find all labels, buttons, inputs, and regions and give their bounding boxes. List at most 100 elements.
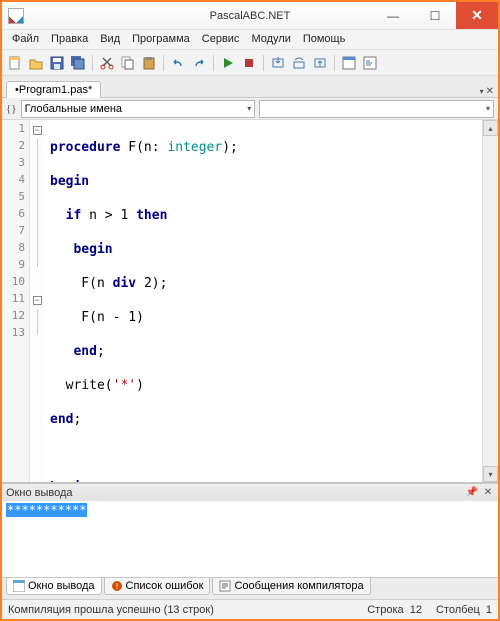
line-number: 3 — [2, 156, 29, 173]
toolbar-sep — [334, 55, 335, 71]
tab-label: Список ошибок — [126, 580, 204, 592]
line-number: 2 — [2, 139, 29, 156]
fold-line — [37, 224, 38, 241]
line-number: 8 — [2, 241, 29, 258]
stop-icon[interactable] — [240, 54, 258, 72]
window-controls: — ☐ ✕ — [372, 2, 498, 29]
copy-icon[interactable] — [119, 54, 137, 72]
fold-line — [37, 309, 38, 326]
menu-help[interactable]: Помощь — [299, 32, 350, 47]
navigation-bar: {} Глобальные имена ▾ ▾ — [2, 98, 498, 120]
menu-modules[interactable]: Модули — [247, 32, 294, 47]
close-panel-icon[interactable]: ✕ — [482, 487, 494, 499]
scope-combo-text: Глобальные имена — [25, 103, 123, 115]
minimize-button[interactable]: — — [372, 2, 414, 29]
step-over-icon[interactable] — [290, 54, 308, 72]
menu-edit[interactable]: Правка — [47, 32, 92, 47]
fold-line — [37, 241, 38, 258]
tab-label: Сообщения компилятора — [234, 580, 363, 592]
fold-line — [37, 190, 38, 207]
line-number: 1 — [2, 122, 29, 139]
line-number: 11 — [2, 292, 29, 309]
line-number: 12 — [2, 309, 29, 326]
compiler-tab-icon — [219, 580, 231, 592]
maximize-button[interactable]: ☐ — [414, 2, 456, 29]
svg-text:!: ! — [115, 582, 117, 591]
fold-toggle-icon[interactable]: − — [33, 296, 42, 305]
tab-label: Окно вывода — [28, 580, 95, 592]
toolbar-sep — [213, 55, 214, 71]
fold-line — [37, 207, 38, 224]
tab-output[interactable]: Окно вывода — [6, 578, 102, 595]
bottom-tabs: Окно вывода ! Список ошибок Сообщения ко… — [2, 577, 498, 599]
status-right: Строка 12 Столбец 1 — [367, 604, 492, 616]
menu-program[interactable]: Программа — [128, 32, 194, 47]
fold-toggle-icon[interactable]: − — [33, 126, 42, 135]
new-file-icon[interactable] — [6, 54, 24, 72]
line-number: 10 — [2, 275, 29, 292]
toolbar — [2, 50, 498, 76]
braces-icon: {} — [6, 103, 17, 115]
save-all-icon[interactable] — [69, 54, 87, 72]
tab-errors[interactable]: ! Список ошибок — [104, 578, 211, 595]
code-icon[interactable] — [361, 54, 379, 72]
open-file-icon[interactable] — [27, 54, 45, 72]
code-editor[interactable]: procedure F(n: integer); begin if n > 1 … — [44, 120, 482, 482]
tab-controls: ▾ ✕ — [480, 86, 498, 97]
scope-combo[interactable]: Глобальные имена ▾ — [21, 100, 256, 118]
close-button[interactable]: ✕ — [456, 2, 498, 29]
chevron-down-icon: ▾ — [486, 104, 490, 113]
run-icon[interactable] — [219, 54, 237, 72]
step-out-icon[interactable] — [311, 54, 329, 72]
document-tabs: •Program1.pas* ▾ ✕ — [2, 76, 498, 98]
editor-area: 1 2 3 4 5 6 7 8 9 10 11 12 13 − − — [2, 120, 498, 483]
line-number: 9 — [2, 258, 29, 275]
tab-close-icon[interactable]: ✕ — [486, 86, 494, 97]
statusbar: Компиляция прошла успешно (13 строк) Стр… — [2, 599, 498, 619]
pin-icon[interactable]: 📌 — [466, 487, 478, 499]
document-tab[interactable]: •Program1.pas* — [6, 81, 101, 98]
member-combo[interactable]: ▾ — [259, 100, 494, 118]
fold-line — [37, 139, 38, 156]
scroll-down-icon[interactable]: ▾ — [483, 466, 498, 482]
fold-line — [37, 258, 38, 267]
line-number: 7 — [2, 224, 29, 241]
fold-line — [37, 326, 38, 335]
toolbar-sep — [163, 55, 164, 71]
app-window: PascalABC.NET — ☐ ✕ Файл Правка Вид Прог… — [0, 0, 500, 621]
redo-icon[interactable] — [190, 54, 208, 72]
titlebar: PascalABC.NET — ☐ ✕ — [2, 2, 498, 30]
line-number: 13 — [2, 326, 29, 343]
output-panel-header: Окно вывода 📌 ✕ — [2, 483, 498, 501]
cut-icon[interactable] — [98, 54, 116, 72]
toolbar-sep — [263, 55, 264, 71]
line-number: 5 — [2, 190, 29, 207]
line-number: 4 — [2, 173, 29, 190]
output-tab-icon — [13, 580, 25, 592]
errors-tab-icon: ! — [111, 580, 123, 592]
fold-line — [37, 173, 38, 190]
status-text: Компиляция прошла успешно (13 строк) — [8, 604, 214, 616]
form-designer-icon[interactable] — [340, 54, 358, 72]
save-file-icon[interactable] — [48, 54, 66, 72]
tab-dropdown-icon[interactable]: ▾ — [480, 87, 484, 96]
line-gutter: 1 2 3 4 5 6 7 8 9 10 11 12 13 — [2, 120, 30, 482]
menu-file[interactable]: Файл — [8, 32, 43, 47]
app-icon — [8, 8, 24, 24]
menu-service[interactable]: Сервис — [198, 32, 244, 47]
menu-view[interactable]: Вид — [96, 32, 124, 47]
status-line: Строка 12 — [367, 604, 422, 616]
tab-compiler[interactable]: Сообщения компилятора — [212, 578, 370, 595]
output-panel[interactable]: *********** — [2, 501, 498, 577]
undo-icon[interactable] — [169, 54, 187, 72]
line-number: 6 — [2, 207, 29, 224]
fold-line — [37, 156, 38, 173]
step-into-icon[interactable] — [269, 54, 287, 72]
paste-icon[interactable] — [140, 54, 158, 72]
status-col: Столбец 1 — [436, 604, 492, 616]
vertical-scrollbar[interactable]: ▴ ▾ — [482, 120, 498, 482]
menubar: Файл Правка Вид Программа Сервис Модули … — [2, 30, 498, 50]
output-title: Окно вывода — [6, 487, 73, 499]
toolbar-sep — [92, 55, 93, 71]
scroll-up-icon[interactable]: ▴ — [483, 120, 498, 136]
